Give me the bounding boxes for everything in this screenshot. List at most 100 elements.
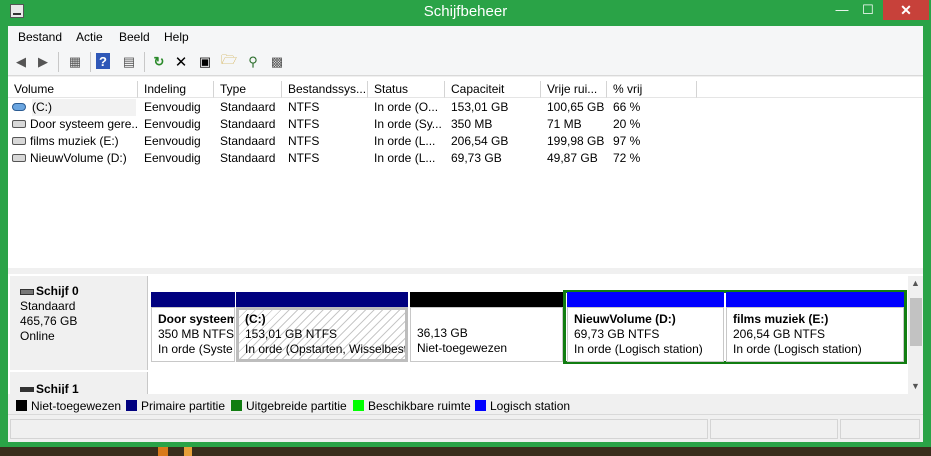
column-header-layout[interactable]: Indeling (138, 81, 214, 98)
partition-size: 206,54 GB NTFS (733, 327, 826, 341)
free-space-cell: 199,98 GB (547, 134, 605, 148)
table-row[interactable]: (C:) Eenvoudig Standaard NTFS In orde (O… (8, 99, 708, 116)
window-title: Schijfbeheer (423, 3, 508, 20)
disk-map-scrollbar[interactable]: ▲ ▼ (908, 276, 923, 394)
desktop-icon-fragment (184, 447, 192, 456)
partition-bar (726, 292, 904, 307)
settings-icon[interactable]: ▩ (268, 53, 286, 71)
column-header-status[interactable]: Status (368, 81, 445, 98)
partition-system-reserved[interactable]: Door systeem 350 MB NTFS In orde (Syste (151, 292, 235, 362)
column-header-capacity[interactable]: Capaciteit (445, 81, 541, 98)
column-header-filesystem[interactable]: Bestandssys... (282, 81, 368, 98)
toolbar-separator (144, 52, 145, 72)
partition-c[interactable]: (C:) 153,01 GB NTFS In orde (Opstarten, … (236, 292, 408, 362)
table-row[interactable]: films muziek (E:) Eenvoudig Standaard NT… (8, 133, 708, 150)
partition-e[interactable]: films muziek (E:) 206,54 GB NTFS In orde… (726, 292, 904, 362)
partition-unallocated[interactable]: 36,13 GB Niet-toegewezen (410, 292, 563, 362)
table-row[interactable]: NieuwVolume (D:) Eenvoudig Standaard NTF… (8, 150, 708, 167)
volume-cell: films muziek (E:) (30, 134, 119, 148)
partition-status: In orde (Logisch station) (574, 342, 703, 356)
menu-bar: Bestand Actie Beeld Help (8, 26, 923, 48)
help-icon[interactable]: ? (96, 53, 110, 69)
capacity-cell: 69,73 GB (451, 151, 502, 165)
status-bar (8, 414, 923, 442)
legend-label: Uitgebreide partitie (246, 399, 347, 413)
legend-swatch (475, 400, 486, 411)
system-drive-icon (12, 103, 26, 111)
drive-icon (12, 154, 26, 162)
free-space-cell: 100,65 GB (547, 100, 605, 114)
toolbar-separator (58, 52, 59, 72)
toolbar-separator (90, 52, 91, 72)
free-space-cell: 71 MB (547, 117, 582, 131)
refresh-icon[interactable]: ↻ (150, 53, 168, 71)
disk-state: Online (20, 329, 55, 343)
partition-d[interactable]: NieuwVolume (D:) 69,73 GB NTFS In orde (… (567, 292, 724, 362)
filesystem-cell: NTFS (288, 100, 320, 114)
desktop-background (0, 447, 931, 456)
status-cell: In orde (L... (374, 151, 436, 165)
removable-disk-icon (20, 387, 34, 393)
menu-actie[interactable]: Actie (76, 30, 103, 44)
table-row[interactable]: Door systeem gere... Eenvoudig Standaard… (8, 116, 708, 133)
console-tree-icon[interactable]: ▦ (66, 53, 84, 71)
capacity-cell: 350 MB (451, 117, 493, 131)
volume-cell: NieuwVolume (D:) (30, 151, 127, 165)
volume-list: Volume Indeling Type Bestandssys... Stat… (8, 77, 923, 268)
window: Schijfbeheer — ☐ ✕ Bestand Actie Beeld H… (0, 0, 931, 447)
column-header-volume[interactable]: Volume (8, 81, 138, 98)
disk-icon (20, 288, 34, 295)
forward-icon[interactable]: ▶ (34, 53, 52, 71)
partition-body: Door systeem 350 MB NTFS In orde (Syste (151, 307, 235, 362)
status-segment (10, 419, 708, 439)
close-button[interactable]: ✕ (883, 0, 929, 20)
scroll-up-icon[interactable]: ▲ (911, 278, 920, 288)
disk-type: Standaard (20, 299, 76, 313)
capacity-cell: 153,01 GB (451, 100, 509, 114)
minimize-button[interactable]: — (829, 0, 855, 20)
partition-name: films muziek (E:) (733, 312, 829, 326)
partition-status: In orde (Syste (158, 342, 233, 356)
partition-status: In orde (Opstarten, Wisselbesta (245, 342, 408, 356)
volume-cell: (C:) (32, 99, 136, 116)
legend-item: Primaire partitie (126, 399, 225, 413)
search-icon[interactable]: ⚲ (244, 53, 262, 71)
title-bar: Schijfbeheer — ☐ ✕ (0, 0, 931, 24)
scroll-down-icon[interactable]: ▼ (911, 381, 920, 391)
delete-icon[interactable]: ✕ (172, 53, 190, 71)
menu-help[interactable]: Help (164, 30, 189, 44)
disk-name: Schijf 0 (36, 284, 79, 298)
menu-beeld[interactable]: Beeld (119, 30, 150, 44)
disk-0-info[interactable]: Schijf 0 Standaard 465,76 GB Online (10, 276, 148, 370)
partition-size: 69,73 GB NTFS (574, 327, 660, 341)
properties-icon[interactable]: ▣ (196, 53, 214, 71)
partition-body-selected: (C:) 153,01 GB NTFS In orde (Opstarten, … (236, 307, 408, 362)
partition-size: 36,13 GB (417, 326, 468, 340)
disk-1-info[interactable]: Schijf 1 Verwisselbaar (F:) (10, 372, 148, 394)
menu-bestand[interactable]: Bestand (18, 30, 62, 44)
legend-label: Logisch station (490, 399, 571, 413)
open-icon[interactable]: 🗁 (220, 52, 238, 71)
filesystem-cell: NTFS (288, 151, 320, 165)
free-space-cell: 49,87 GB (547, 151, 598, 165)
partition-size: 153,01 GB NTFS (245, 327, 338, 341)
maximize-button[interactable]: ☐ (855, 0, 881, 20)
partition-name: Door systeem (158, 312, 235, 326)
filesystem-cell: NTFS (288, 117, 320, 131)
partition-bar (236, 292, 408, 307)
legend-item: Niet-toegewezen (16, 399, 121, 413)
properties-pane-icon[interactable]: ▤ (120, 53, 138, 71)
percent-free-cell: 97 % (613, 134, 641, 148)
capacity-cell: 206,54 GB (451, 134, 509, 148)
status-cell: In orde (O... (374, 100, 439, 114)
back-icon[interactable]: ◀ (12, 53, 30, 71)
column-header-percent-free[interactable]: % vrij (607, 81, 697, 98)
scrollbar-thumb[interactable] (910, 298, 922, 346)
legend-item: Logisch station (475, 399, 570, 413)
partition-body: films muziek (E:) 206,54 GB NTFS In orde… (726, 307, 904, 362)
toolbar: ◀ ▶ ▦ ? ▤ ↻ ✕ ▣ 🗁 ⚲ ▩ (8, 48, 923, 76)
column-header-empty (697, 81, 923, 98)
column-header-free-space[interactable]: Vrije rui... (541, 81, 607, 98)
column-header-type[interactable]: Type (214, 81, 282, 98)
legend-swatch (231, 400, 242, 411)
